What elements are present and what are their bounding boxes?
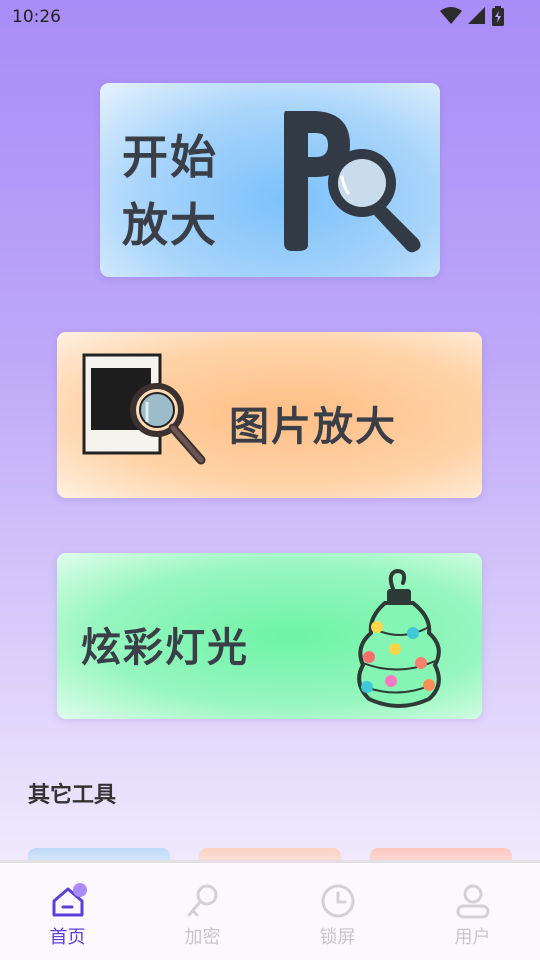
- other-tools-title: 其它工具: [28, 783, 117, 808]
- wifi-icon: [440, 7, 462, 24]
- colorful-lights-title: 炫彩灯光: [81, 625, 249, 671]
- nav-item-home[interactable]: 首页: [0, 863, 135, 960]
- status-bar: 10:26: [0, 0, 540, 34]
- clock-icon: [321, 884, 354, 918]
- nav-label-home: 首页: [49, 927, 86, 948]
- nav-item-lockscreen[interactable]: 锁屏: [270, 863, 405, 960]
- cellular-signal-icon: [468, 7, 485, 24]
- key-icon: [187, 884, 217, 917]
- picture-zoom-card[interactable]: 图片放大: [57, 332, 482, 498]
- status-time: 10:26: [12, 7, 61, 27]
- nav-label-lockscreen: 锁屏: [319, 927, 356, 948]
- christmas-ornament-illustration-icon: [357, 568, 441, 708]
- photo-magnifier-illustration-icon: [82, 353, 206, 465]
- nav-item-user[interactable]: 用户: [405, 863, 540, 960]
- bottom-navigation: 首页 加密 锁屏 用户: [0, 860, 540, 960]
- status-icons: [440, 6, 504, 26]
- nav-label-encrypt: 加密: [184, 927, 221, 948]
- battery-icon: [492, 6, 504, 26]
- nav-label-user: 用户: [454, 927, 491, 948]
- colorful-lights-card[interactable]: 炫彩灯光: [57, 553, 482, 719]
- magnifier-illustration-icon: [284, 111, 421, 253]
- home-icon: [52, 883, 87, 917]
- start-zoom-card[interactable]: 开始 放大: [100, 83, 440, 277]
- start-zoom-title-line2: 放大: [122, 198, 218, 252]
- picture-zoom-title: 图片放大: [229, 404, 397, 450]
- nav-item-encrypt[interactable]: 加密: [135, 863, 270, 960]
- user-icon: [456, 884, 489, 919]
- start-zoom-title-line1: 开始: [122, 130, 218, 184]
